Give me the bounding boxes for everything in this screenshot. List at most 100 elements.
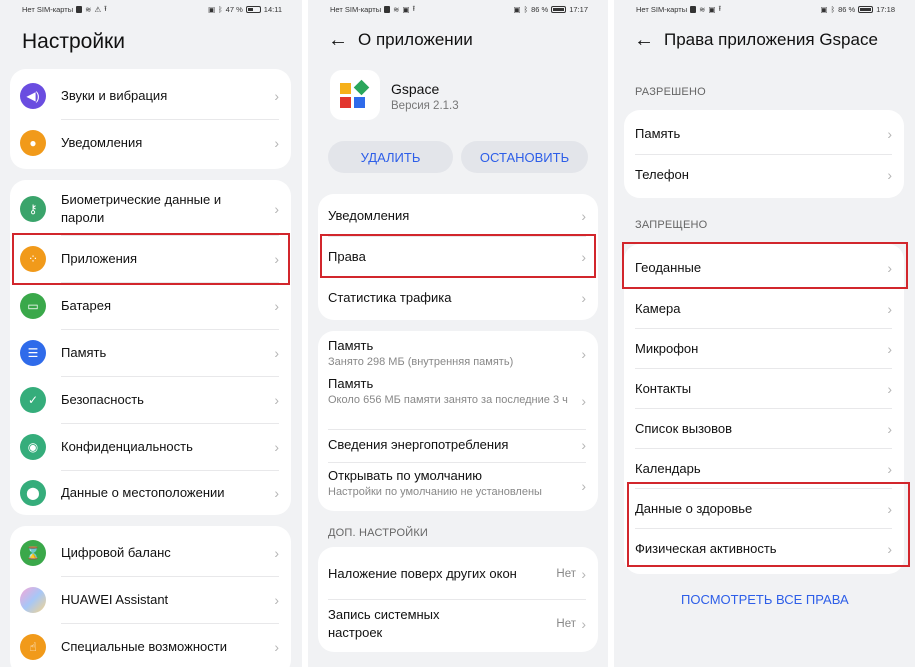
item-label: Список вызовов (635, 421, 733, 437)
settings-item-assistant[interactable]: HUAWEI Assistant › (10, 577, 291, 623)
status-bar: Нет SIM-карты ≋ ⚠ ⭱ ▣ ᛒ 47 % 14:11 (0, 0, 302, 18)
overlay-item[interactable]: Наложение поверх других окон Нет › (318, 550, 598, 598)
traffic-stats-item[interactable]: Статистика трафика › (318, 278, 598, 318)
chevron-right-icon: › (887, 260, 892, 276)
battery-level: 47 % (225, 4, 243, 14)
chevron-right-icon: › (581, 346, 586, 362)
app-info-group-1: Уведомления › Права › Статистика трафика… (318, 194, 598, 320)
chevron-right-icon: › (274, 592, 279, 608)
settings-item-label: Уведомления (61, 135, 143, 151)
permission-item[interactable]: Календарь › (624, 449, 904, 489)
item-label: Геоданные (635, 260, 702, 276)
page-title: Настройки (22, 30, 125, 53)
settings-item-sounds[interactable]: ◀) Звуки и вибрация › (10, 73, 291, 119)
allowed-permissions-card: Память › Телефон › (624, 110, 904, 198)
wifi-icon: ≋ (85, 4, 92, 14)
chevron-right-icon: › (887, 541, 892, 557)
chevron-right-icon: › (581, 290, 586, 306)
battery-level: 86 % (531, 4, 549, 14)
app-info-group-2: Память Занято 298 МБ (внутренняя память)… (318, 331, 598, 511)
assistant-icon (20, 587, 46, 613)
settings-group-1: ◀) Звуки и вибрация › ● Уведомления › (10, 69, 291, 169)
upload-icon: ⭱ (412, 3, 416, 13)
settings-item-label: Звуки и вибрация (61, 88, 168, 104)
settings-item-location[interactable]: ⬤ Данные о местоположении › (10, 471, 291, 515)
permission-item[interactable]: Данные о здоровье › (624, 489, 904, 529)
carrier-text: Нет SIM-карты (330, 4, 382, 14)
upload-icon: ⭱ (718, 3, 722, 13)
item-label: Наложение поверх других окон (328, 566, 517, 582)
bluetooth-icon: ᛒ (523, 4, 529, 14)
section-header-allowed: РАЗРЕШЕНО (635, 86, 706, 98)
storage-item[interactable]: Память Занято 298 МБ (внутренняя память)… (318, 335, 598, 373)
app-info-group-3: Наложение поверх других окон Нет › Запис… (318, 547, 598, 652)
bluetooth-icon: ᛒ (830, 4, 836, 14)
settings-item-apps[interactable]: ⁘ Приложения › (10, 236, 291, 282)
chevron-right-icon: › (581, 566, 586, 582)
permission-item[interactable]: Контакты › (624, 369, 904, 409)
app-notification-icon: ▣ (708, 4, 716, 14)
write-settings-item[interactable]: Запись системных настроек Нет › (318, 600, 598, 648)
privacy-icon: ◉ (20, 434, 46, 460)
settings-item-accessibility[interactable]: ☝ Специальные возможности › (10, 624, 291, 667)
chevron-right-icon: › (274, 251, 279, 267)
settings-item-security[interactable]: ✓ Безопасность › (10, 377, 291, 423)
chevron-right-icon: › (274, 135, 279, 151)
permission-item[interactable]: Телефон › (624, 155, 904, 195)
apps-icon: ⁘ (20, 246, 46, 272)
permissions-item[interactable]: Права › (318, 237, 598, 277)
nfc-icon: ▣ (513, 4, 521, 14)
settings-item-battery[interactable]: ▭ Батарея › (10, 283, 291, 329)
settings-item-storage[interactable]: ☰ Память › (10, 330, 291, 376)
delete-button[interactable]: УДАЛИТЬ (328, 141, 453, 173)
item-value: Нет (556, 618, 576, 630)
bluetooth-icon: ᛒ (218, 4, 223, 14)
status-bar: Нет SIM-карты ≋ ▣ ⭱ ▣ ᛒ 86 % 17:18 (614, 0, 915, 18)
item-label: Память (635, 126, 681, 142)
item-label: Сведения энергопотребления (328, 437, 509, 453)
settings-item-digital-balance[interactable]: ⌛ Цифровой баланс › (10, 530, 291, 576)
app-permissions-screen: Нет SIM-карты ≋ ▣ ⭱ ▣ ᛒ 86 % 17:18 ← Права при… (614, 0, 915, 667)
energy-item[interactable]: Сведения энергопотребления › (318, 430, 598, 460)
open-by-default-item[interactable]: Открывать по умолчанию Настройки по умол… (318, 463, 598, 509)
chevron-right-icon: › (581, 393, 586, 409)
settings-item-biometrics[interactable]: ⚷ Биометрические данные и пароли › (10, 184, 291, 234)
settings-item-notifications[interactable]: ● Уведомления › (10, 120, 291, 166)
item-label: Память (328, 338, 374, 353)
settings-item-label: Приложения (61, 251, 138, 267)
settings-item-label: Цифровой баланс (61, 545, 171, 561)
battery-icon: ▭ (20, 293, 46, 319)
app-notification-icon: ▣ (402, 4, 410, 14)
view-all-permissions-link[interactable]: ПОСМОТРЕТЬ ВСЕ ПРАВА (681, 592, 849, 607)
settings-item-privacy[interactable]: ◉ Конфиденциальность › (10, 424, 291, 470)
clock: 17:17 (569, 4, 588, 14)
accessibility-icon: ☝ (20, 634, 46, 660)
chevron-right-icon: › (887, 461, 892, 477)
back-arrow-icon[interactable]: ← (328, 30, 348, 50)
permission-item[interactable]: Память › (624, 114, 904, 154)
app-version: Версия 2.1.3 (391, 100, 459, 112)
app-name: Gspace (391, 81, 440, 97)
back-arrow-icon[interactable]: ← (634, 30, 654, 50)
permission-item[interactable]: Микрофон › (624, 329, 904, 369)
wifi-icon: ≋ (393, 4, 400, 14)
settings-item-label: Память (61, 345, 107, 361)
chevron-right-icon: › (887, 167, 892, 183)
item-label: Открывать по умолчанию (328, 468, 482, 483)
upload-icon: ⭱ (104, 3, 107, 13)
chevron-right-icon: › (274, 88, 279, 104)
permission-item[interactable]: Список вызовов › (624, 409, 904, 449)
memory-usage-item[interactable]: Память Около 656 МБ памяти занято за пос… (318, 375, 598, 427)
stop-button[interactable]: ОСТАНОВИТЬ (461, 141, 588, 173)
permission-item[interactable]: Геоданные › (624, 248, 904, 288)
section-header-denied: ЗАПРЕЩЕНО (635, 219, 708, 231)
app-info-screen: Нет SIM-карты ≋ ▣ ⭱ ▣ ᛒ 86 % 17:17 ← О приложе… (308, 0, 608, 667)
permission-item[interactable]: Камера › (624, 289, 904, 329)
battery-icon (551, 5, 567, 13)
chevron-right-icon: › (887, 381, 892, 397)
clock: 14:11 (263, 4, 282, 14)
notifications-item[interactable]: Уведомления › (318, 196, 598, 236)
settings-item-label: Безопасность (61, 392, 144, 408)
permission-item[interactable]: Физическая активность › (624, 529, 904, 569)
item-label: Камера (635, 301, 681, 317)
